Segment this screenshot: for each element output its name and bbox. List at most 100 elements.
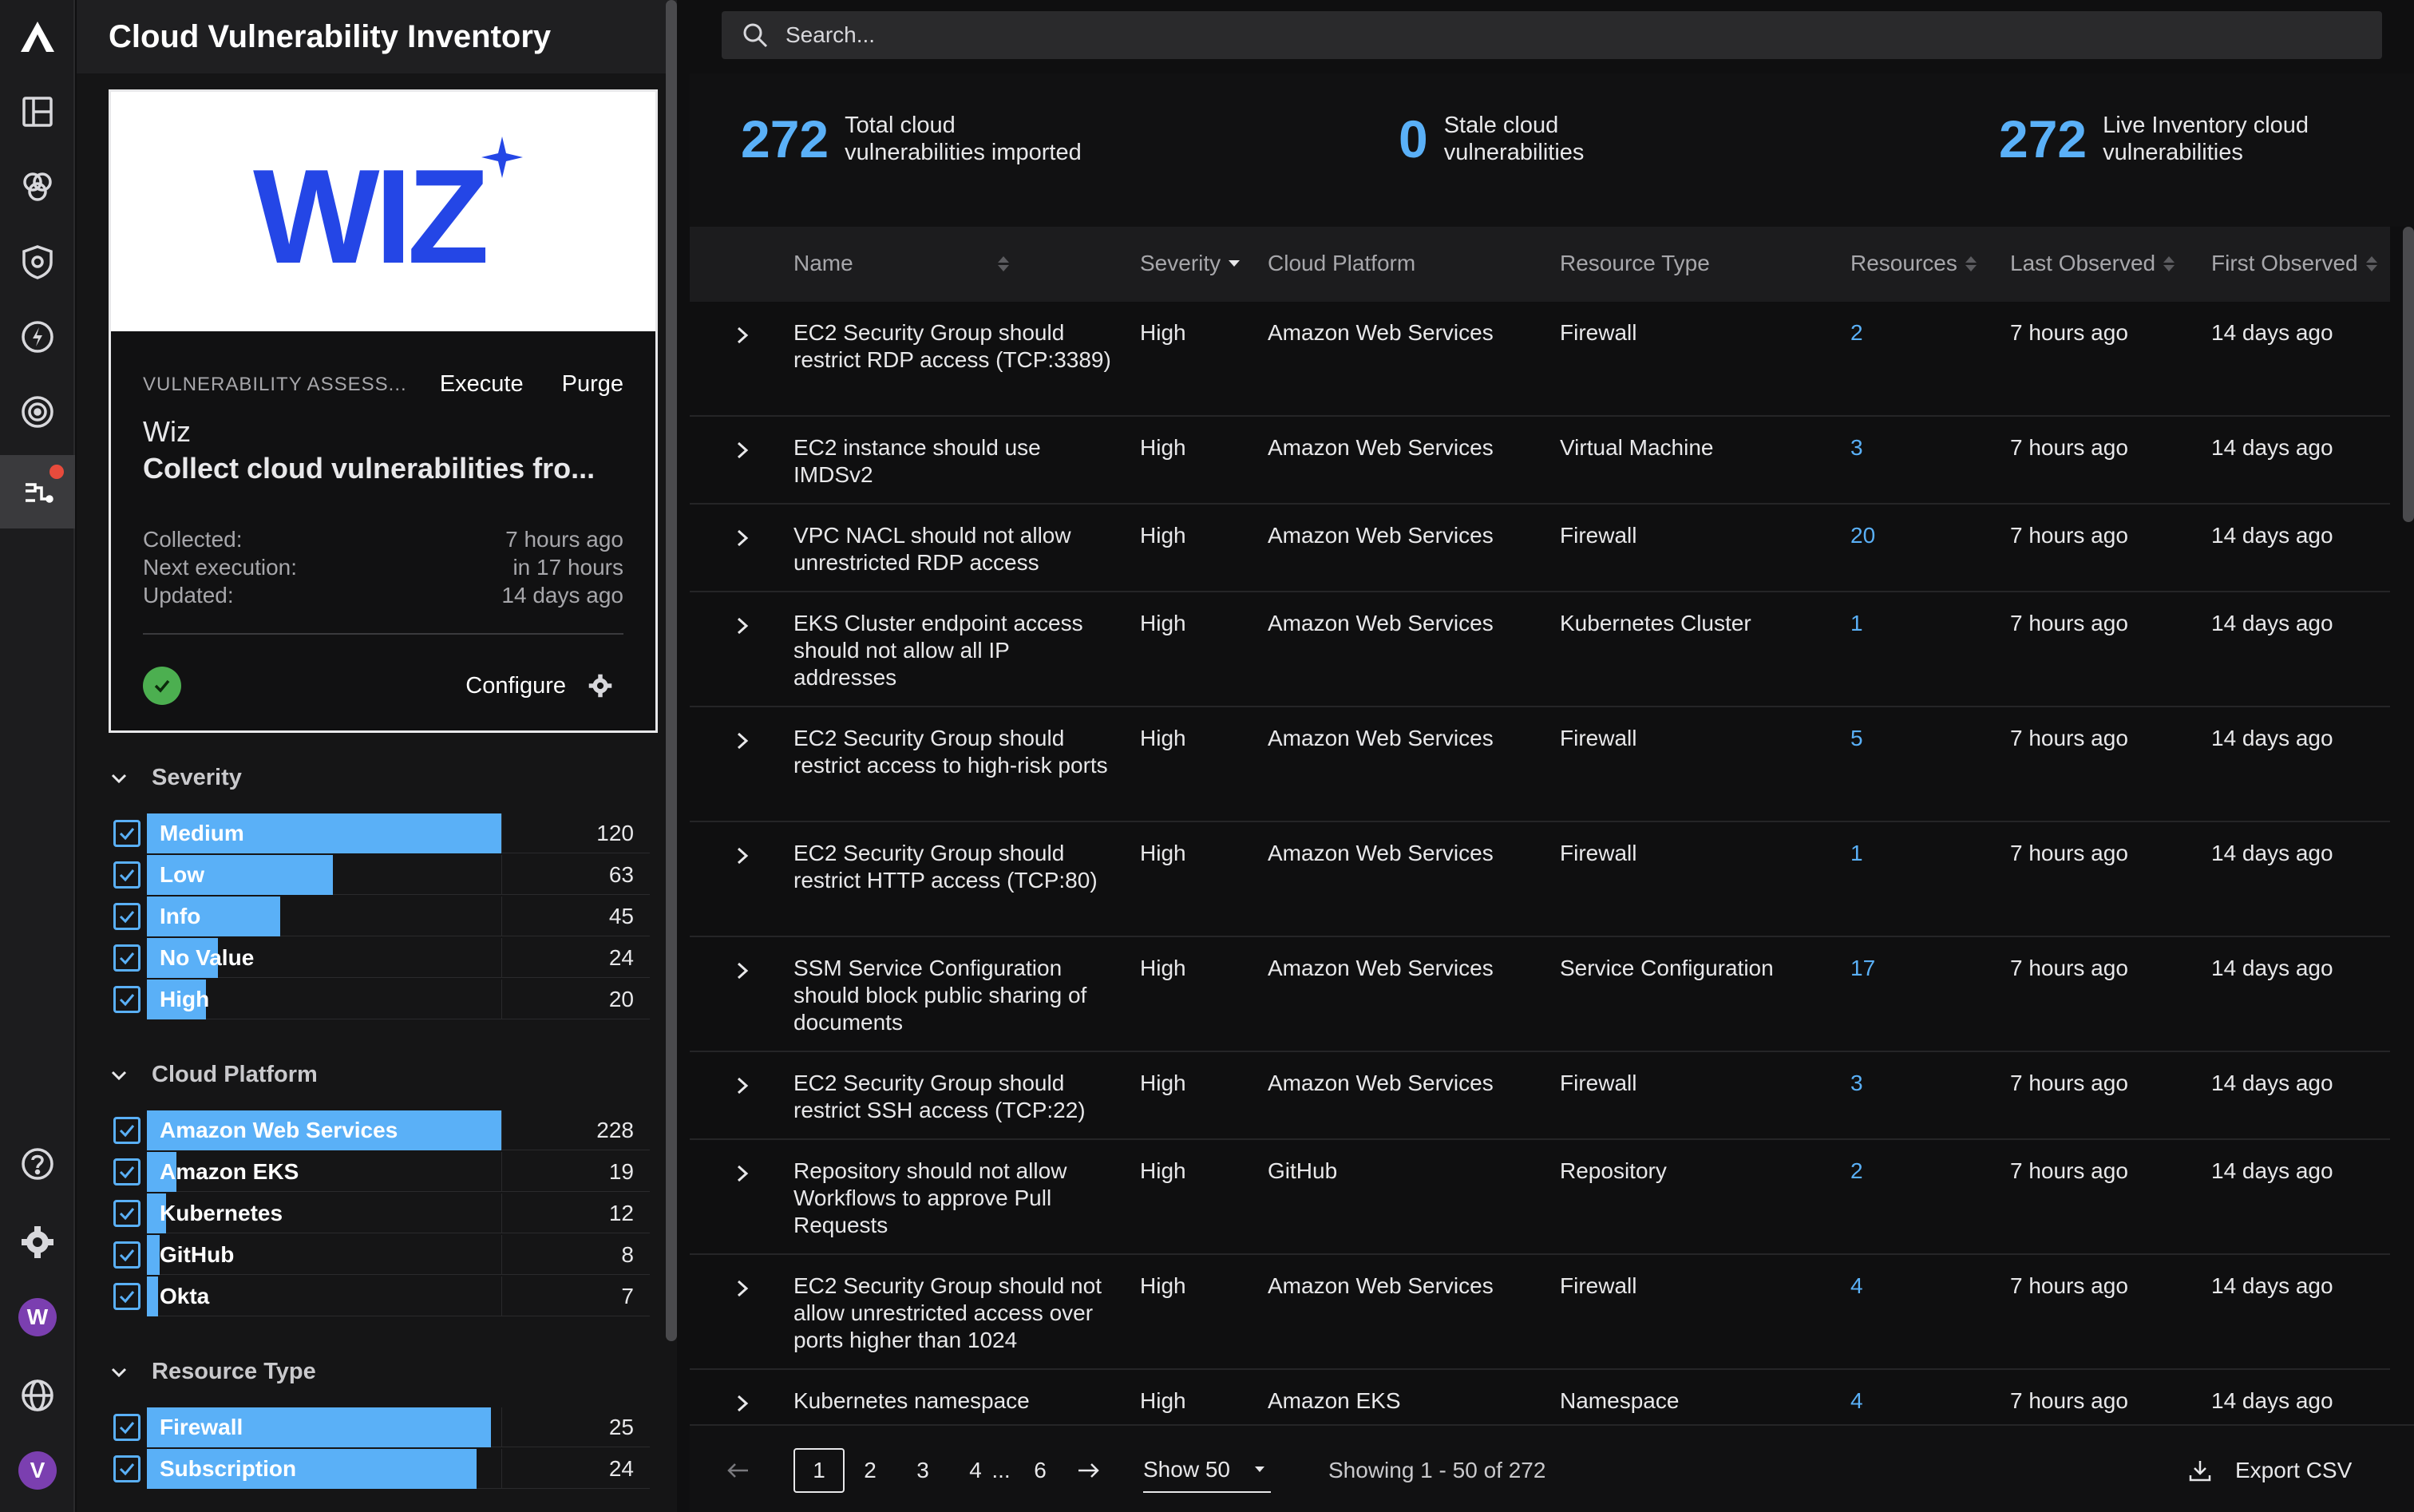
checkbox-checked-icon[interactable] (113, 1241, 140, 1269)
globe-icon[interactable] (0, 1359, 75, 1432)
chevron-right-icon[interactable] (733, 1392, 752, 1415)
facet-item[interactable]: Kubernetes 12 (113, 1193, 650, 1234)
cell-resources[interactable]: 1 (1850, 840, 1863, 867)
cell-first: 14 days ago (2211, 1388, 2333, 1413)
col-resources[interactable]: Resources (1850, 251, 1977, 276)
facet-item[interactable]: No Value 24 (113, 937, 650, 979)
col-cloud-platform[interactable]: Cloud Platform (1268, 251, 1415, 276)
help-icon[interactable] (0, 1127, 75, 1201)
sidebar-scrollbar[interactable] (666, 0, 677, 1341)
actions-bolt-icon[interactable] (0, 300, 75, 374)
security-shield-icon[interactable] (0, 225, 75, 299)
chevron-right-icon[interactable] (733, 730, 752, 752)
facet-item[interactable]: GitHub 8 (113, 1234, 650, 1276)
facet-bar-track: Info (147, 897, 501, 936)
checkbox-checked-icon[interactable] (113, 1283, 140, 1310)
facet-count: 24 (501, 1449, 650, 1489)
facet-item[interactable]: Subscription 24 (113, 1448, 650, 1490)
export-csv-button[interactable]: Export CSV (2187, 1448, 2352, 1493)
chevron-right-icon[interactable] (733, 1277, 752, 1300)
cell-resources[interactable]: 3 (1850, 1070, 1863, 1097)
facet-item[interactable]: High 20 (113, 979, 650, 1020)
workspace-avatar[interactable]: W (0, 1280, 75, 1354)
chevron-right-icon[interactable] (733, 845, 752, 867)
checkbox-checked-icon[interactable] (113, 1117, 140, 1144)
table-row[interactable]: EC2 Security Group should restrict HTTP … (690, 822, 2390, 937)
facet-item[interactable]: Medium 120 (113, 813, 650, 854)
checkbox-checked-icon[interactable] (113, 861, 140, 889)
table-row[interactable]: EC2 instance should use IMDSv2 High Amazon… (690, 417, 2390, 505)
table-row[interactable]: VPC NACL should not allow unrestricted R… (690, 505, 2390, 592)
cell-resources[interactable]: 4 (1850, 1273, 1863, 1300)
table-scrollbar[interactable] (2403, 227, 2414, 522)
radar-icon[interactable] (0, 375, 75, 449)
chevron-right-icon[interactable] (733, 439, 752, 461)
facet-item[interactable]: Amazon EKS 19 (113, 1151, 650, 1193)
checkbox-checked-icon[interactable] (113, 1158, 140, 1185)
checkbox-checked-icon[interactable] (113, 1455, 140, 1482)
chevron-right-icon[interactable] (733, 1075, 752, 1097)
search-bar[interactable] (722, 11, 2382, 59)
next-page-icon[interactable] (1065, 1448, 1113, 1493)
checkbox-checked-icon[interactable] (113, 986, 140, 1013)
page-ellipsis: ... (991, 1458, 1011, 1482)
chevron-right-icon[interactable] (733, 615, 752, 637)
cell-resources[interactable]: 2 (1850, 319, 1863, 346)
search-input[interactable] (786, 22, 2302, 48)
checkbox-checked-icon[interactable] (113, 820, 140, 847)
col-severity[interactable]: Severity (1140, 251, 1241, 276)
checkbox-checked-icon[interactable] (113, 1200, 140, 1227)
chevron-right-icon[interactable] (733, 324, 752, 346)
page-2-button[interactable]: 2 (854, 1448, 886, 1493)
cell-resources[interactable]: 3 (1850, 434, 1863, 461)
resource-type-facet-header[interactable]: Resource Type (109, 1359, 316, 1385)
chevron-right-icon[interactable] (733, 527, 752, 549)
col-resource-type[interactable]: Resource Type (1560, 251, 1710, 276)
facet-item[interactable]: Amazon Web Services 228 (113, 1110, 650, 1151)
checkbox-checked-icon[interactable] (113, 1414, 140, 1441)
table-row[interactable]: EC2 Security Group should restrict SSH a… (690, 1052, 2390, 1140)
cell-resources[interactable]: 5 (1850, 725, 1863, 752)
configure-button[interactable]: Configure (465, 672, 614, 699)
page-3-button[interactable]: 3 (907, 1448, 939, 1493)
col-first-observed[interactable]: First Observed (2211, 251, 2377, 276)
page-6-button[interactable]: 6 (1020, 1448, 1060, 1493)
cell-resources[interactable]: 1 (1850, 610, 1863, 637)
assets-icon[interactable] (0, 150, 75, 224)
checkbox-checked-icon[interactable] (113, 903, 140, 930)
facet-item[interactable]: Info 45 (113, 896, 650, 937)
page-1-button[interactable]: 1 (793, 1448, 845, 1493)
purge-button[interactable]: Purge (562, 371, 623, 398)
settings-gear-icon[interactable] (0, 1205, 75, 1279)
execute-button[interactable]: Execute (440, 371, 524, 398)
facet-item[interactable]: Okta 7 (113, 1276, 650, 1317)
checkbox-checked-icon[interactable] (113, 944, 140, 972)
table-row[interactable]: EKS Cluster endpoint access should not a… (690, 592, 2390, 707)
facet-item[interactable]: Firewall 25 (113, 1407, 650, 1448)
table-row[interactable]: Kubernetes namespace High Amazon EKS Namesp… (690, 1370, 2390, 1424)
cell-resources[interactable]: 20 (1850, 522, 1875, 549)
connectors-icon[interactable] (0, 455, 75, 528)
stats-bar: 272 Total cloud vulnerabilities imported … (690, 73, 2414, 227)
user-avatar[interactable]: V (0, 1434, 75, 1507)
table-row[interactable]: EC2 Security Group should restrict RDP a… (690, 302, 2390, 417)
cell-type: Service Configuration (1560, 956, 1774, 980)
col-last-observed[interactable]: Last Observed (2010, 251, 2175, 276)
cloud-platform-facet-header[interactable]: Cloud Platform (109, 1062, 318, 1088)
facet-item[interactable]: Low 63 (113, 854, 650, 896)
table-row[interactable]: EC2 Security Group should restrict acces… (690, 707, 2390, 822)
table-row[interactable]: SSM Service Configuration should block p… (690, 937, 2390, 1052)
severity-facet-header[interactable]: Severity (109, 765, 242, 791)
cell-resources[interactable]: 4 (1850, 1387, 1863, 1415)
cell-resources[interactable]: 2 (1850, 1158, 1863, 1185)
table-row[interactable]: Repository should not allow Workflows to… (690, 1140, 2390, 1255)
col-name[interactable]: Name (793, 251, 1009, 276)
app-logo-icon[interactable] (0, 0, 75, 73)
prev-page-icon[interactable] (722, 1448, 754, 1493)
chevron-right-icon[interactable] (733, 960, 752, 982)
cell-resources[interactable]: 17 (1850, 955, 1875, 982)
chevron-right-icon[interactable] (733, 1162, 752, 1185)
dashboard-icon[interactable] (0, 75, 75, 148)
table-row[interactable]: EC2 Security Group should not allow unre… (690, 1255, 2390, 1370)
page-size-select[interactable]: Show 50 (1143, 1448, 1271, 1493)
